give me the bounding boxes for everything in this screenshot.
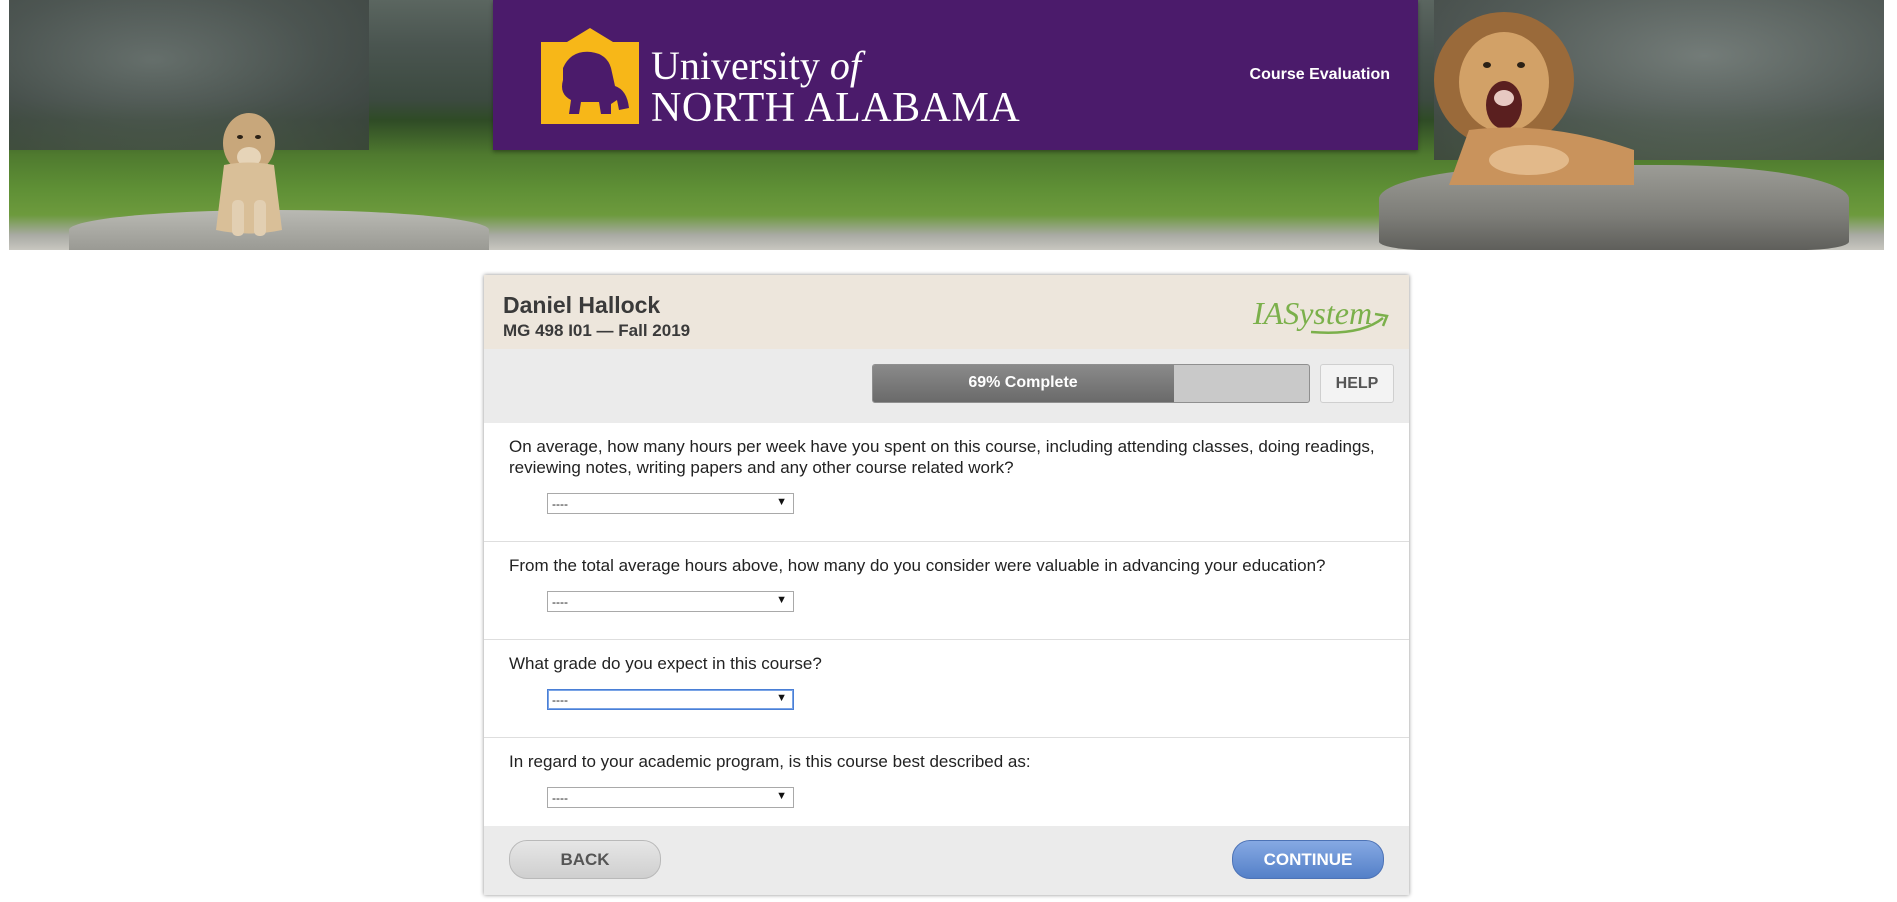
question-valuable-hours: From the total average hours above, how … — [484, 542, 1409, 640]
course-term: MG 498 I01 — Fall 2019 — [503, 321, 691, 340]
header-banner: University of NORTH ALABAMA Course Evalu… — [9, 0, 1884, 250]
progress-row: 69% Complete HELP — [484, 349, 1409, 423]
dropdown-arrow-icon: ▼ — [776, 692, 787, 704]
question-text: From the total average hours above, how … — [509, 556, 1326, 575]
app-title: Course Evaluation — [1249, 66, 1390, 83]
evaluation-card: Daniel Hallock MG 498 I01 — Fall 2019 IA… — [484, 275, 1409, 895]
dropdown-arrow-icon: ▼ — [776, 594, 787, 606]
valuable-hours-select[interactable]: ---- ▼ — [547, 591, 794, 612]
university-name-line1: University of — [651, 43, 861, 88]
course-description-select[interactable]: ---- ▼ — [547, 787, 794, 808]
iasystem-logo-icon: IASystem — [1252, 295, 1389, 334]
question-text: In regard to your academic program, is t… — [509, 752, 1031, 771]
dropdown-arrow-icon: ▼ — [776, 496, 787, 508]
question-text: What grade do you expect in this course? — [509, 654, 822, 673]
back-button[interactable]: BACK — [509, 840, 661, 879]
select-value: ---- — [552, 791, 568, 805]
dropdown-arrow-icon: ▼ — [776, 790, 787, 802]
continue-button[interactable]: CONTINUE — [1232, 840, 1384, 879]
lion-logo-icon — [541, 28, 639, 124]
select-value: ---- — [552, 595, 568, 609]
university-brand-panel: University of NORTH ALABAMA Course Evalu… — [493, 0, 1418, 150]
iasystem-logo-text: IASystem — [1252, 295, 1372, 331]
progress-fill: 69% Complete — [873, 365, 1174, 402]
progress-label: 69% Complete — [968, 374, 1078, 391]
select-value: ---- — [552, 693, 568, 707]
navigation-footer: BACK CONTINUE — [484, 826, 1409, 895]
lioness-image — [216, 113, 282, 236]
university-name-line2: NORTH ALABAMA — [651, 85, 1021, 131]
question-hours-per-week: On average, how many hours per week have… — [484, 423, 1409, 542]
select-value: ---- — [552, 497, 568, 511]
question-course-description: In regard to your academic program, is t… — [484, 738, 1409, 830]
lion-image — [1434, 12, 1634, 185]
hours-per-week-select[interactable]: ---- ▼ — [547, 493, 794, 514]
progress-bar: 69% Complete — [872, 364, 1310, 403]
question-expected-grade: What grade do you expect in this course?… — [484, 640, 1409, 738]
course-header: Daniel Hallock MG 498 I01 — Fall 2019 IA… — [484, 275, 1409, 349]
help-button[interactable]: HELP — [1320, 364, 1394, 403]
question-text: On average, how many hours per week have… — [509, 437, 1375, 477]
expected-grade-select[interactable]: ---- ▼ — [547, 689, 794, 710]
background-rocks-left — [9, 0, 369, 150]
instructor-name: Daniel Hallock — [503, 292, 661, 318]
